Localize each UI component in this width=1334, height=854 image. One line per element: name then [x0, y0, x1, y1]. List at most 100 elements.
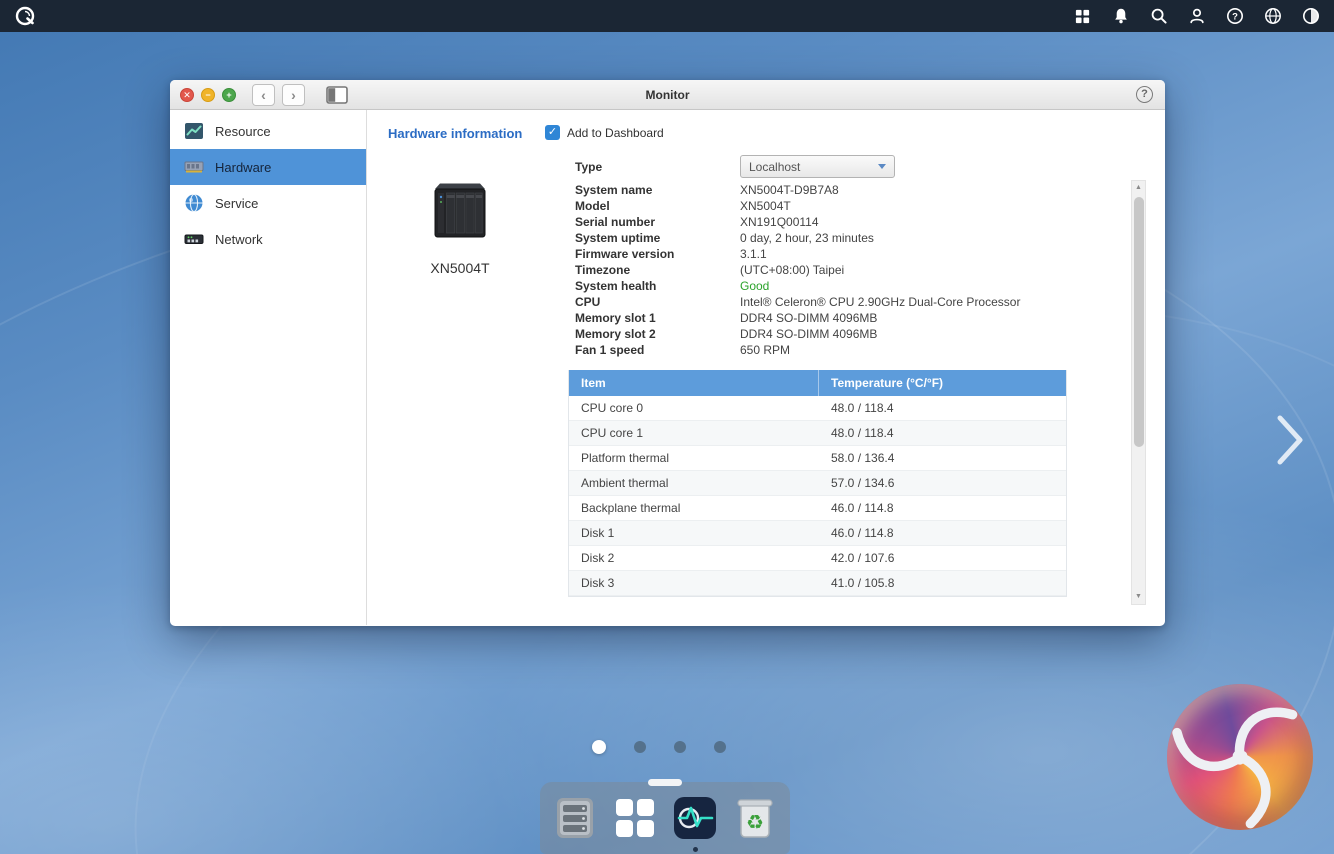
table-cell-item: CPU core 0 — [569, 396, 819, 420]
host-select-dropdown[interactable]: Localhost — [740, 155, 895, 178]
sidebar-item-label: Service — [215, 196, 258, 211]
table-cell-temp: 42.0 / 107.6 — [819, 546, 1066, 570]
apps-grid-icon[interactable] — [1073, 7, 1092, 26]
dock: ♻ — [540, 782, 790, 854]
system-info-fields: System nameXN5004T-D9B7A8 ModelXN5004T S… — [575, 182, 1020, 358]
field-label: Memory slot 1 — [575, 311, 740, 325]
toggle-sidebar-icon[interactable] — [326, 86, 348, 104]
system-monitor-icon[interactable] — [1301, 7, 1320, 26]
help-icon[interactable]: ? — [1225, 7, 1244, 26]
table-row: Disk 341.0 / 105.8 — [569, 571, 1066, 596]
scroll-up-arrow[interactable]: ▲ — [1132, 181, 1145, 195]
sidebar-item-hardware[interactable]: Hardware — [170, 149, 366, 185]
page-dot-4[interactable] — [714, 741, 726, 753]
close-button[interactable]: ✕ — [180, 88, 194, 102]
table-cell-temp: 48.0 / 118.4 — [819, 396, 1066, 420]
page-dot-1[interactable] — [592, 740, 606, 754]
running-app-indicator — [693, 847, 698, 852]
field-label: System health — [575, 279, 740, 293]
type-field-label: Type — [575, 160, 740, 174]
qsan-logo-icon[interactable] — [14, 5, 36, 27]
table-cell-item: Platform thermal — [569, 446, 819, 470]
sidebar-item-label: Network — [215, 232, 263, 247]
content-scrollbar[interactable]: ▲ ▼ — [1131, 180, 1146, 605]
table-header-temperature: Temperature (°C/°F) — [819, 370, 1066, 396]
network-switch-icon — [184, 229, 204, 249]
minimize-button[interactable]: − — [201, 88, 215, 102]
topbar: ? — [0, 0, 1334, 32]
field-value: Intel® Celeron® CPU 2.90GHz Dual-Core Pr… — [740, 295, 1020, 309]
chevron-down-icon — [878, 164, 886, 169]
language-globe-icon[interactable] — [1263, 7, 1282, 26]
resource-chart-icon — [184, 121, 204, 141]
sidebar-item-resource[interactable]: Resource — [170, 113, 366, 149]
storage-manager-icon[interactable] — [552, 795, 598, 841]
table-cell-item: CPU core 1 — [569, 421, 819, 445]
table-row: Ambient thermal57.0 / 134.6 — [569, 471, 1066, 496]
field-value: XN5004T-D9B7A8 — [740, 183, 839, 197]
table-row: CPU core 048.0 / 118.4 — [569, 396, 1066, 421]
table-cell-item: Disk 3 — [569, 571, 819, 595]
window-title: Monitor — [170, 80, 1165, 110]
notification-bell-icon[interactable] — [1111, 7, 1130, 26]
device-image — [427, 181, 493, 248]
monitor-window: ✕ − + ‹ › Monitor ? Resource — [170, 80, 1165, 626]
field-value: XN191Q00114 — [740, 215, 819, 229]
search-icon[interactable] — [1149, 7, 1168, 26]
sidebar: Resource Hardware Service — [170, 110, 367, 625]
page-dot-2[interactable] — [634, 741, 646, 753]
scrollbar-thumb[interactable] — [1134, 197, 1144, 447]
field-label: Firmware version — [575, 247, 740, 261]
device-model-label: XN5004T — [405, 260, 515, 276]
scroll-down-arrow[interactable]: ▼ — [1132, 590, 1145, 604]
table-row: Disk 146.0 / 114.8 — [569, 521, 1066, 546]
dock-handle[interactable] — [648, 779, 682, 786]
back-button[interactable]: ‹ — [252, 84, 275, 106]
forward-button[interactable]: › — [282, 84, 305, 106]
svg-text:♻: ♻ — [746, 810, 764, 834]
monitor-app-icon[interactable] — [672, 795, 718, 841]
window-controls: ✕ − + — [180, 88, 236, 102]
field-label: System uptime — [575, 231, 740, 245]
table-row: Backplane thermal46.0 / 114.8 — [569, 496, 1066, 521]
sidebar-item-service[interactable]: Service — [170, 185, 366, 221]
table-cell-item: Backplane thermal — [569, 496, 819, 520]
app-center-icon[interactable] — [612, 795, 658, 841]
table-cell-temp: 46.0 / 114.8 — [819, 521, 1066, 545]
table-cell-item: Ambient thermal — [569, 471, 819, 495]
next-page-chevron[interactable] — [1276, 414, 1304, 471]
checkbox-checked-icon[interactable]: ✓ — [545, 125, 560, 140]
field-value: XN5004T — [740, 199, 791, 213]
add-to-dashboard-checkbox[interactable]: ✓ Add to Dashboard — [545, 125, 664, 140]
dropdown-selected-value: Localhost — [749, 160, 800, 174]
hardware-memory-icon — [184, 157, 204, 177]
field-label: Fan 1 speed — [575, 343, 740, 357]
window-help-icon[interactable]: ? — [1136, 86, 1153, 103]
field-value: 3.1.1 — [740, 247, 767, 261]
field-value: 0 day, 2 hour, 23 minutes — [740, 231, 874, 245]
recycle-bin-icon[interactable]: ♻ — [732, 795, 778, 841]
table-cell-temp: 48.0 / 118.4 — [819, 421, 1066, 445]
table-cell-temp: 58.0 / 136.4 — [819, 446, 1066, 470]
table-row: Platform thermal58.0 / 136.4 — [569, 446, 1066, 471]
checkbox-label: Add to Dashboard — [567, 126, 664, 140]
field-label: Timezone — [575, 263, 740, 277]
table-header-item: Item — [569, 370, 819, 396]
field-value: DDR4 SO-DIMM 4096MB — [740, 311, 877, 325]
field-value: DDR4 SO-DIMM 4096MB — [740, 327, 877, 341]
field-label: Memory slot 2 — [575, 327, 740, 341]
sidebar-item-label: Hardware — [215, 160, 271, 175]
maximize-button[interactable]: + — [222, 88, 236, 102]
field-value: (UTC+08:00) Taipei — [740, 263, 844, 277]
page-dot-3[interactable] — [674, 741, 686, 753]
table-cell-item: Disk 1 — [569, 521, 819, 545]
panel-heading: Hardware information — [388, 126, 522, 141]
desktop-brand-logo — [1167, 684, 1313, 830]
field-label: System name — [575, 183, 740, 197]
hardware-panel: Hardware information ✓ Add to Dashboard — [367, 110, 1165, 625]
page-indicator — [592, 740, 726, 754]
service-globe-icon — [184, 193, 204, 213]
sidebar-item-network[interactable]: Network — [170, 221, 366, 257]
user-icon[interactable] — [1187, 7, 1206, 26]
window-titlebar[interactable]: ✕ − + ‹ › Monitor ? — [170, 80, 1165, 110]
